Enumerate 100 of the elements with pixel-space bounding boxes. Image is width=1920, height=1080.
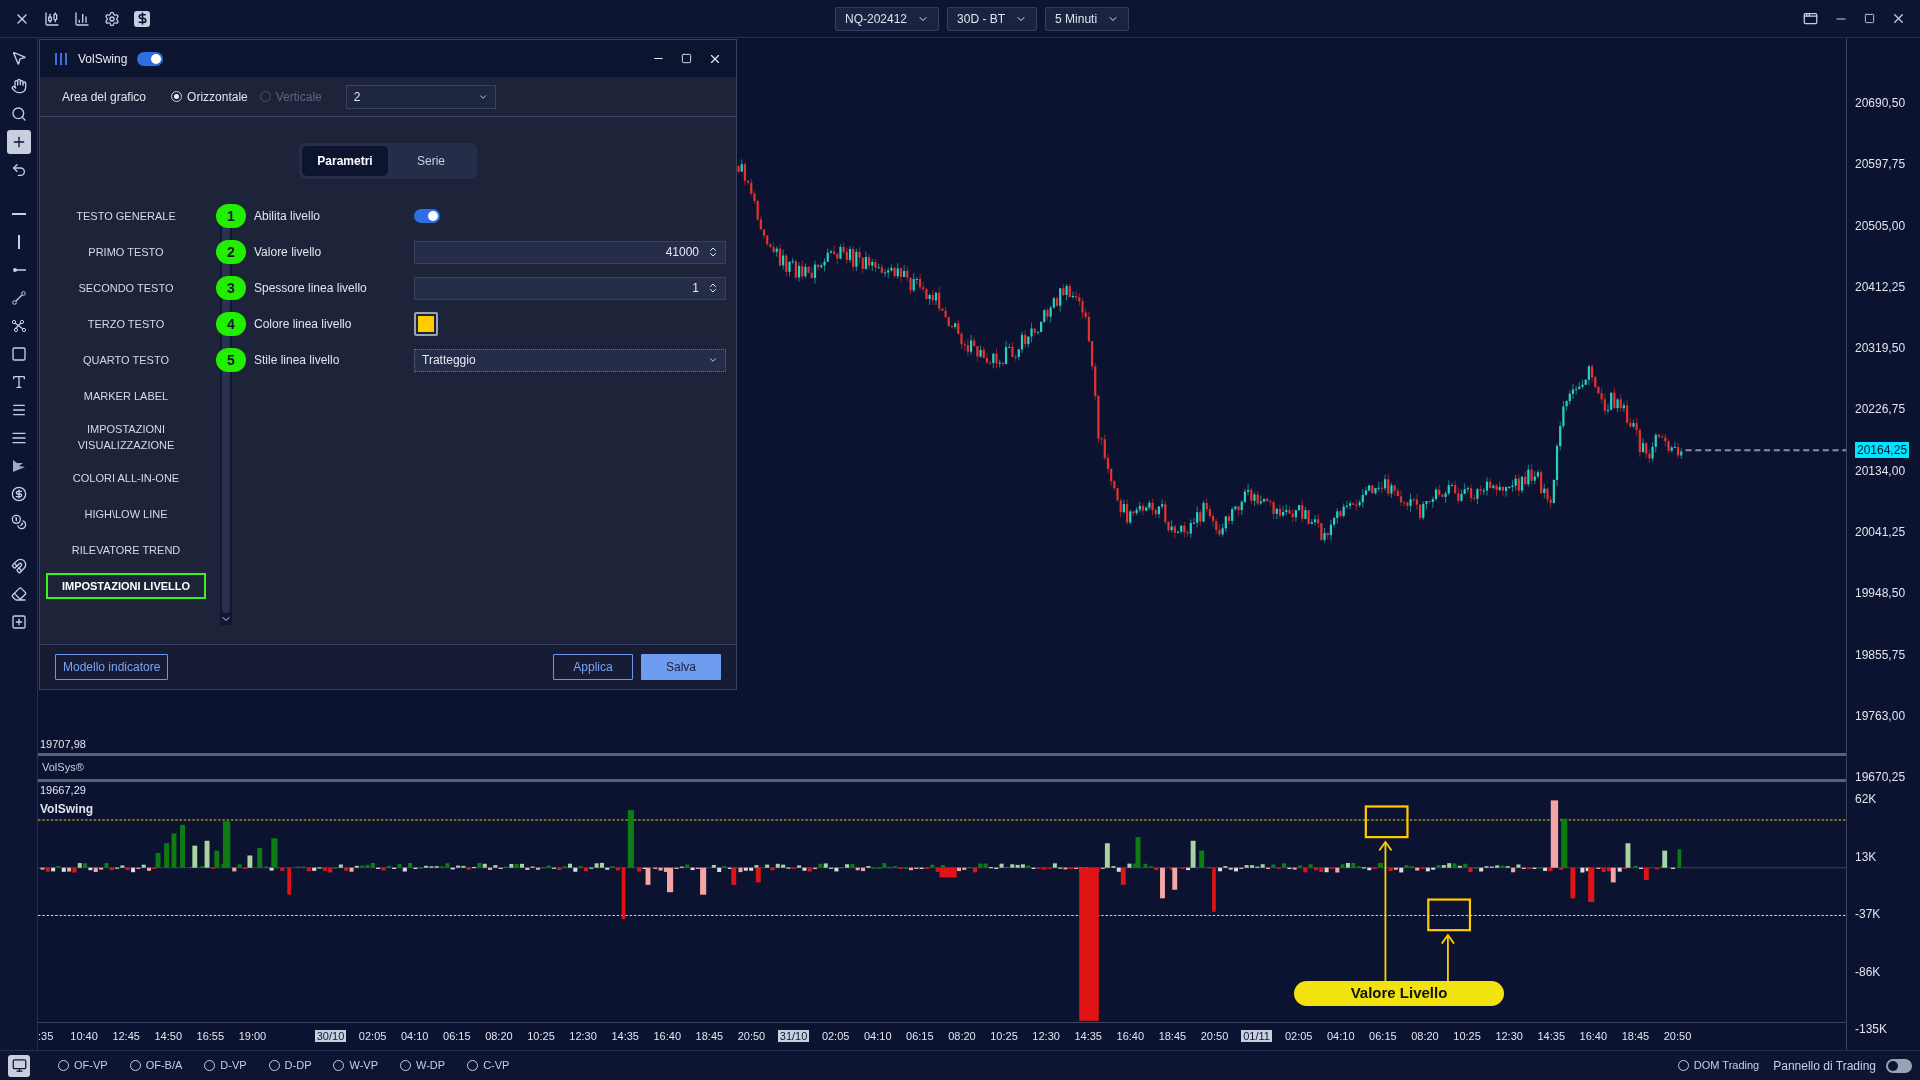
settings-icon[interactable]: [104, 10, 120, 27]
parameter-label: Colore linea livello: [253, 316, 353, 333]
time-label: 16:40: [653, 1030, 682, 1043]
horizontal-line-icon: [11, 213, 26, 215]
time-label: 10:25: [1453, 1030, 1481, 1043]
volume-axis-label: 13K: [1855, 849, 1877, 864]
rectangle-icon: [10, 346, 27, 362]
option-label: C-VP: [483, 1058, 510, 1074]
volume-axis-label: 62K: [1855, 792, 1877, 806]
time-label: :35: [38, 1030, 54, 1043]
hand-icon: [10, 78, 27, 94]
time-label: 10:40: [70, 1030, 98, 1043]
chart-area-label: Area del grafico: [62, 88, 147, 106]
time-label: 18:45: [1158, 1030, 1187, 1043]
section-item[interactable]: PRIMO TESTO: [46, 239, 206, 265]
price-label: 19948,50: [1855, 586, 1906, 601]
parameter-label: Spessore linea livello: [253, 280, 368, 297]
price-label: 20690,50: [1855, 96, 1906, 110]
volume-axis-label: -86K: [1855, 964, 1881, 979]
date-label: 31/10: [777, 1030, 810, 1043]
step-number-badge: 1: [216, 204, 246, 228]
time-label: 06:15: [906, 1030, 934, 1043]
trading-panel-toggle[interactable]: [1886, 1058, 1912, 1073]
number-field[interactable]: 41000: [414, 240, 726, 264]
time-label: 04:10: [863, 1030, 892, 1043]
time-label: 12:30: [1495, 1030, 1523, 1043]
window-layout-icon[interactable]: [1803, 11, 1818, 26]
section-item[interactable]: TESTO GENERALE: [46, 203, 206, 229]
toolbar-dropdown[interactable]: 30D - BT: [947, 7, 1038, 31]
time-label: 18:45: [695, 1030, 724, 1043]
indicator-value: 19667,29: [40, 783, 86, 798]
section-item[interactable]: RILEVATORE TREND: [46, 537, 206, 563]
zigzag-icon: [10, 458, 27, 474]
section-item[interactable]: COLORI ALL-IN-ONE: [46, 465, 206, 491]
annotation-arrow: [1440, 933, 1455, 983]
monitor-button[interactable]: [8, 1054, 30, 1077]
price-label: 20134,00: [1855, 463, 1906, 478]
close-icon[interactable]: [1891, 11, 1906, 26]
bar-chart-icon[interactable]: [74, 10, 90, 27]
indicator-toggle[interactable]: [137, 51, 164, 66]
option-label: DOM Trading: [1693, 1058, 1760, 1074]
tab[interactable]: Serie: [388, 146, 474, 176]
maximize-icon[interactable]: [681, 53, 692, 64]
pane-select[interactable]: 2: [345, 84, 496, 109]
time-label: 14:35: [611, 1030, 639, 1043]
price-label: 20226,75: [1855, 402, 1906, 417]
time-label: 20:50: [737, 1030, 766, 1043]
option-label: D-DP: [284, 1058, 312, 1074]
time-label: 06:15: [1369, 1030, 1397, 1043]
level-toggle[interactable]: [414, 209, 440, 223]
section-item[interactable]: HIGH\LOW LINE: [46, 501, 206, 527]
section-item[interactable]: IMPOSTAZIONI VISUALIZZAZIONE: [46, 416, 206, 458]
toolbar-dropdown[interactable]: NQ-202412: [835, 7, 940, 31]
time-label: 02:05: [358, 1030, 387, 1043]
date-label: 01/11: [1241, 1030, 1272, 1043]
drawing-tool-button[interactable]: [6, 130, 31, 154]
time-label: 06:15: [443, 1030, 471, 1043]
save-button[interactable]: Salva: [641, 654, 721, 680]
price-label: 20041,25: [1855, 525, 1906, 540]
price-label: 19855,75: [1855, 647, 1906, 662]
coins-icon: [10, 514, 27, 530]
section-item[interactable]: MARKER LABEL: [46, 383, 206, 409]
time-label: 04:10: [400, 1030, 429, 1043]
time-label: 08:20: [1411, 1030, 1439, 1043]
time-label: 12:45: [112, 1030, 140, 1043]
volume-axis-label: -135K: [1855, 1022, 1888, 1036]
parameter-label: Stile linea livello: [253, 352, 341, 369]
toggle-label: Pannello di Trading: [1773, 1057, 1876, 1075]
four-lines-icon: [10, 430, 27, 446]
annotation-label: Valore Livello: [1294, 981, 1504, 1006]
maximize-icon[interactable]: [1864, 13, 1875, 24]
chart-low-label: 19707,98: [40, 736, 86, 752]
section-item[interactable]: SECONDO TESTO: [46, 275, 206, 301]
time-label: 18:45: [1621, 1030, 1650, 1043]
time-label: 12:30: [1032, 1030, 1060, 1043]
time-label: 20:50: [1200, 1030, 1229, 1043]
highlight-box: [1427, 898, 1472, 932]
template-button[interactable]: Modello indicatore: [55, 654, 169, 680]
number-field[interactable]: 1: [414, 276, 726, 300]
tab[interactable]: Parametri: [302, 146, 388, 176]
time-label: 14:35: [1074, 1030, 1102, 1043]
radio-label: Orizzontale: [187, 88, 248, 106]
time-label: 16:40: [1579, 1030, 1608, 1043]
section-item[interactable]: TERZO TESTO: [46, 311, 206, 337]
toolbar-dropdown[interactable]: 5 Minuti: [1045, 7, 1130, 31]
line-style-select[interactable]: Tratteggio: [414, 348, 726, 372]
section-item[interactable]: IMPOSTAZIONI LIVELLO: [46, 573, 206, 599]
magnet-icon: [10, 558, 27, 574]
price-label: 20505,00: [1855, 218, 1906, 233]
dollar-icon[interactable]: [134, 10, 150, 27]
section-item[interactable]: QUARTO TESTO: [46, 347, 206, 373]
apply-button[interactable]: Applica: [553, 654, 633, 680]
time-label: 10:25: [527, 1030, 555, 1043]
bars-icon: [54, 51, 68, 66]
step-number-badge: 4: [216, 312, 246, 336]
option-label: W-DP: [416, 1058, 446, 1074]
candlestick-icon[interactable]: [44, 10, 60, 27]
dollar-circle-icon: [10, 486, 27, 502]
time-label: 12:30: [569, 1030, 597, 1043]
eraser-icon: [10, 586, 27, 602]
